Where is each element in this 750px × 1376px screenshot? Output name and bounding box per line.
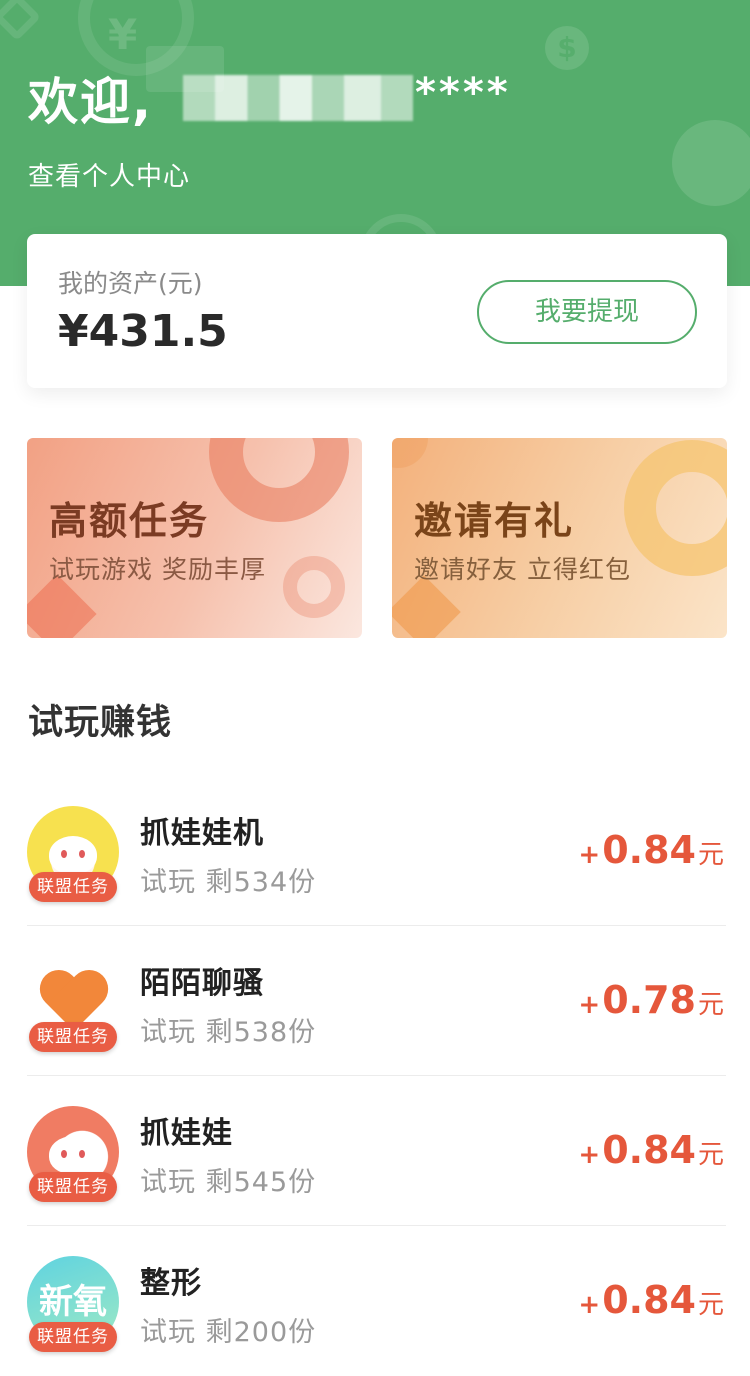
task-reward: + 0.84 元 (578, 1128, 724, 1172)
cat-face (49, 1136, 97, 1174)
high-reward-task-card[interactable]: 高额任务 试玩游戏 奖励丰厚 (27, 438, 362, 638)
claw-machine-cat-icon: 联盟任务 (27, 806, 119, 902)
task-list: 联盟任务 抓娃娃机 试玩 剩534份 + 0.84 元 联盟任务 陌陌聊骚 试玩… (0, 776, 750, 1376)
reward-amount: 0.78 (602, 978, 696, 1022)
reward-plus: + (578, 1140, 601, 1170)
username-stars: **** (415, 70, 511, 116)
decor-ring (624, 440, 727, 576)
promo-subtitle: 邀请好友 立得红包 (414, 555, 631, 584)
alliance-task-badge: 联盟任务 (29, 872, 117, 902)
task-remaining: 试玩 剩545份 (140, 1167, 317, 1198)
reward-plus: + (578, 1290, 601, 1320)
asset-value: ¥431.5 (58, 306, 228, 357)
reward-unit: 元 (697, 840, 724, 870)
section-title: 试玩赚钱 (28, 703, 173, 743)
xinyang-logo-icon: 新氧 联盟任务 (27, 1256, 119, 1352)
reward-unit: 元 (697, 1140, 724, 1170)
reward-unit: 元 (697, 1290, 724, 1320)
piggy-bank-icon (672, 120, 750, 206)
cat-face (49, 836, 97, 874)
reward-amount: 0.84 (602, 828, 696, 872)
promo-title: 高额任务 (49, 499, 210, 543)
promo-title: 邀请有礼 (414, 499, 575, 543)
decor-ring (283, 556, 345, 618)
promo-subtitle: 试玩游戏 奖励丰厚 (49, 555, 266, 584)
greeting-text: 欢迎, (28, 73, 153, 131)
task-reward: + 0.84 元 (578, 828, 724, 872)
orange-heart-icon: 联盟任务 (27, 956, 119, 1052)
welcome-line: 欢迎, **** (28, 66, 511, 131)
reward-unit: 元 (697, 990, 724, 1020)
alliance-task-badge: 联盟任务 (29, 1322, 117, 1352)
alliance-task-badge: 联盟任务 (29, 1172, 117, 1202)
cat-face-icon: 联盟任务 (27, 1106, 119, 1202)
task-remaining: 试玩 剩538份 (140, 1017, 317, 1048)
decor-circle (392, 438, 428, 468)
task-remaining: 试玩 剩534份 (140, 867, 317, 898)
task-remaining: 试玩 剩200份 (140, 1317, 317, 1348)
task-name: 整形 (140, 1266, 202, 1301)
logo-text: 新氧 (39, 1282, 107, 1322)
reward-plus: + (578, 990, 601, 1020)
reward-amount: 0.84 (602, 1278, 696, 1322)
profile-center-link[interactable]: 查看个人中心 (28, 156, 190, 193)
decor-ring (209, 438, 349, 522)
task-item[interactable]: 联盟任务 抓娃娃 试玩 剩545份 + 0.84 元 (0, 1076, 750, 1226)
task-name: 抓娃娃机 (140, 816, 264, 851)
task-reward: + 0.84 元 (578, 1278, 724, 1322)
task-name: 抓娃娃 (140, 1116, 233, 1151)
task-item[interactable]: 新氧 联盟任务 整形 试玩 剩200份 + 0.84 元 (0, 1226, 750, 1376)
asset-label: 我的资产(元) (58, 269, 203, 298)
task-item[interactable]: 联盟任务 陌陌聊骚 试玩 剩538份 + 0.78 元 (0, 926, 750, 1076)
alliance-task-badge: 联盟任务 (29, 1022, 117, 1052)
asset-card: 我的资产(元) ¥431.5 我要提现 (27, 234, 727, 388)
invite-gift-card[interactable]: 邀请有礼 邀请好友 立得红包 (392, 438, 727, 638)
decor-diamond (0, 0, 42, 42)
masked-username (183, 75, 413, 121)
dollar-coin-icon: $ (545, 26, 589, 70)
yen-coin-icon: ¥ (108, 10, 138, 59)
task-item[interactable]: 联盟任务 抓娃娃机 试玩 剩534份 + 0.84 元 (0, 776, 750, 926)
reward-amount: 0.84 (602, 1128, 696, 1172)
task-name: 陌陌聊骚 (140, 966, 264, 1001)
task-reward: + 0.78 元 (578, 978, 724, 1022)
withdraw-button[interactable]: 我要提现 (477, 280, 697, 344)
reward-plus: + (578, 840, 601, 870)
